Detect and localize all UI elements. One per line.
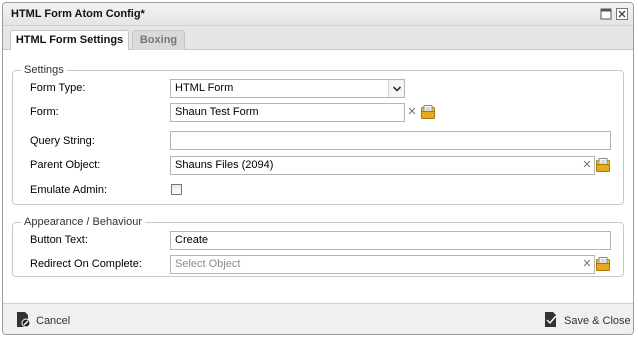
save-close-label: Save & Close [564,315,631,327]
folder-picker-icon[interactable] [596,257,610,271]
button-text-label: Button Text: [30,234,88,246]
query-string-input[interactable] [170,131,611,150]
chevron-down-icon[interactable] [388,80,404,97]
parent-object-value: Shauns Files (2094) [175,159,274,171]
maximize-icon[interactable] [600,8,612,20]
folder-picker-icon[interactable] [596,158,610,172]
form-field[interactable]: Shaun Test Form [170,103,405,122]
settings-legend: Settings [21,64,67,76]
parent-object-field[interactable]: Shauns Files (2094) [170,156,595,175]
clear-parent-object-icon[interactable]: ✕ [581,158,593,172]
form-type-label: Form Type: [30,82,86,94]
emulate-admin-label: Emulate Admin: [30,184,108,196]
save-close-button[interactable]: Save & Close [544,312,631,330]
redirect-label: Redirect On Complete: [30,258,142,270]
save-close-icon [544,311,564,331]
form-type-select[interactable]: HTML Form [170,79,405,98]
query-string-label: Query String: [30,135,95,147]
form-type-value: HTML Form [175,82,234,94]
title-bar: HTML Form Atom Config* [3,3,633,26]
tab-boxing[interactable]: Boxing [132,30,185,50]
cancel-button[interactable]: Cancel [16,312,70,330]
appearance-legend: Appearance / Behaviour [21,216,146,228]
redirect-placeholder: Select Object [175,258,241,270]
cancel-label: Cancel [36,315,71,327]
dialog-window: HTML Form Atom Config* HTML Form Setting… [2,2,634,335]
window-title: HTML Form Atom Config* [11,8,145,20]
parent-object-label: Parent Object: [30,159,101,171]
folder-picker-icon[interactable] [421,105,435,119]
button-text-input[interactable]: Create [170,231,611,250]
close-icon[interactable] [616,8,628,20]
tab-bar: HTML Form Settings Boxing [3,26,633,51]
redirect-field[interactable]: Select Object [170,255,595,274]
dialog-footer: Cancel Save & Close [3,303,633,334]
clear-redirect-icon[interactable]: ✕ [581,257,593,271]
form-label: Form: [30,106,59,118]
clear-form-icon[interactable]: ✕ [406,105,418,119]
tab-content: Settings Form Type: HTML Form Form: Shau… [3,50,633,303]
tab-html-form-settings[interactable]: HTML Form Settings [10,30,129,51]
emulate-admin-checkbox[interactable] [171,184,182,195]
form-value: Shaun Test Form [175,106,259,118]
cancel-icon [16,311,36,331]
